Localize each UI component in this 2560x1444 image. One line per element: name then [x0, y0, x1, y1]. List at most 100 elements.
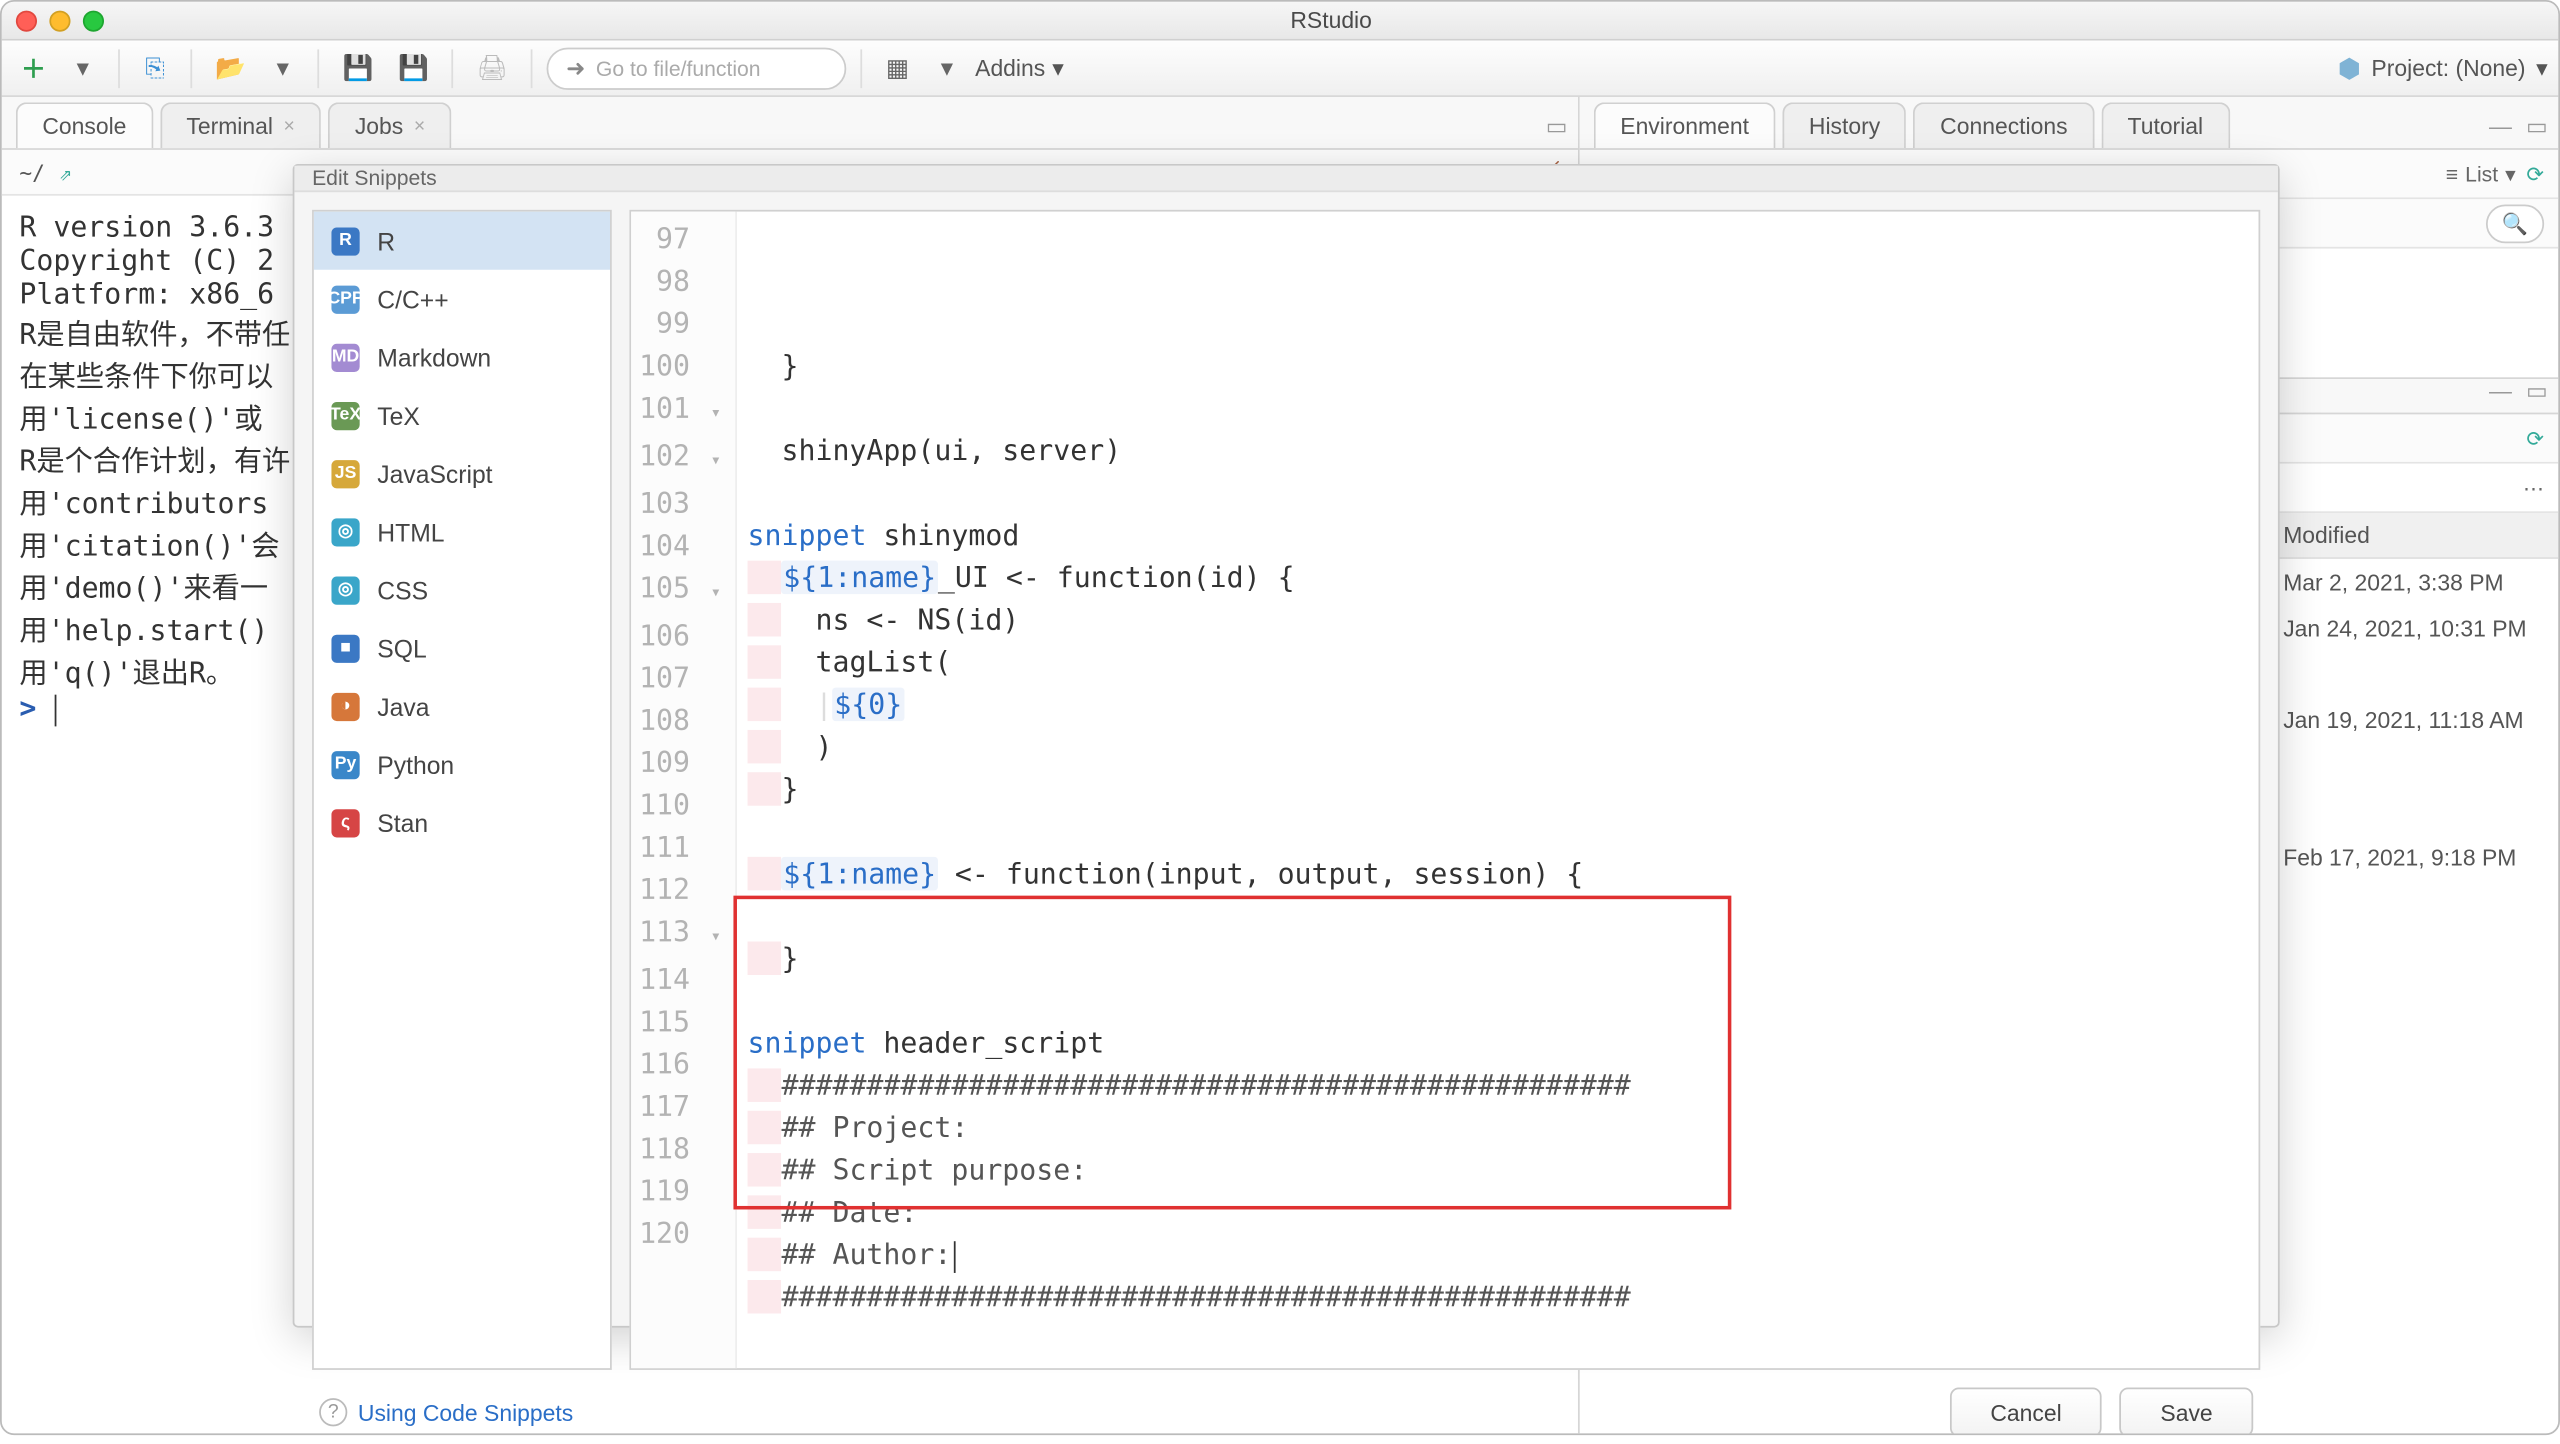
tab-environment[interactable]: Environment	[1594, 102, 1776, 148]
snippet-lang-item[interactable]: CPP C/C++	[314, 270, 610, 328]
env-list-dropdown[interactable]: ≡ List ▾	[2446, 161, 2516, 186]
open-file-button[interactable]: 📂	[206, 47, 254, 89]
save-button[interactable]: Save	[2120, 1388, 2253, 1436]
lang-icon: ◎	[331, 576, 359, 604]
snippet-lang-item[interactable]: Py Python	[314, 735, 610, 793]
new-file-menu[interactable]: ▾	[62, 47, 104, 89]
search-input[interactable]: 🔍	[2486, 204, 2544, 243]
snippet-lang-item[interactable]: ◑ Java	[314, 677, 610, 735]
right-top-tabs: Environment History Connections Tutorial…	[1580, 97, 2559, 150]
lang-label: CSS	[377, 576, 428, 604]
new-project-button[interactable]: ⎘	[134, 47, 176, 89]
modal-footer: ? Using Code Snippets Cancel Save	[294, 1388, 2277, 1436]
save-button[interactable]: 💾	[334, 47, 382, 89]
pane-window-icon[interactable]: ▭	[1546, 113, 1568, 141]
project-label: Project: (None)	[2371, 55, 2525, 81]
lang-label: SQL	[377, 634, 426, 662]
lang-icon: CPP	[331, 285, 359, 313]
grid-view-menu[interactable]: ▾	[926, 47, 968, 89]
lang-icon: JS	[331, 459, 359, 487]
snippet-lang-item[interactable]: RR	[314, 212, 610, 270]
tab-connections[interactable]: Connections	[1914, 102, 2094, 148]
col-modified[interactable]: Modified	[2283, 522, 2547, 548]
tab-history[interactable]: History	[1782, 102, 1906, 148]
cancel-button[interactable]: Cancel	[1950, 1388, 2102, 1436]
grid-view-button[interactable]: ▦	[876, 47, 918, 89]
goto-file-input[interactable]: ➜ Go to file/function	[547, 47, 847, 89]
edit-snippets-modal: Edit Snippets RRCPPC/C++MDMarkdownTeXTeX…	[293, 164, 2280, 1328]
snippet-lang-item[interactable]: ς Stan	[314, 793, 610, 851]
snippet-lang-item[interactable]: MD Markdown	[314, 328, 610, 386]
pane-min-icon[interactable]: —	[2489, 377, 2512, 405]
lang-label: R	[377, 227, 395, 255]
lang-label: HTML	[377, 517, 444, 545]
addins-label: Addins	[975, 55, 1045, 81]
lang-icon: TeX	[331, 401, 359, 429]
refresh-icon[interactable]: ⟳	[2526, 161, 2544, 186]
tab-jobs[interactable]: Jobs×	[328, 102, 451, 148]
print-button[interactable]: 🖨	[468, 47, 517, 89]
goto-placeholder: Go to file/function	[596, 56, 761, 81]
snippet-lang-item[interactable]: ◎ CSS	[314, 561, 610, 619]
snippet-lang-item[interactable]: TeX TeX	[314, 386, 610, 444]
lang-label: Markdown	[377, 343, 491, 371]
lang-label: C/C++	[377, 285, 448, 313]
toolbar-divider	[452, 48, 454, 87]
toolbar-divider	[318, 48, 320, 87]
file-date: Jan 24, 2021, 10:31 PM	[2283, 614, 2547, 640]
lang-label: JavaScript	[377, 459, 492, 487]
close-tab-icon[interactable]: ×	[414, 115, 425, 136]
pane-min-icon[interactable]: —	[2489, 113, 2512, 141]
file-date: Mar 2, 2021, 3:38 PM	[2283, 569, 2547, 595]
lang-label: Stan	[377, 808, 428, 836]
help-link[interactable]: ? Using Code Snippets	[319, 1398, 573, 1426]
lang-icon: MD	[331, 343, 359, 371]
project-cube-icon: ⬢	[2338, 52, 2361, 84]
toolbar-divider	[531, 48, 533, 87]
snippet-lang-item[interactable]: ■ SQL	[314, 619, 610, 677]
console-path: ~/	[19, 160, 44, 185]
lang-icon: Py	[331, 750, 359, 778]
snippet-editor[interactable]: 97 98 99 100 101 ▾102 ▾103 104 105 ▾106 …	[629, 210, 2260, 1370]
close-window-icon[interactable]	[16, 10, 37, 31]
open-file-menu[interactable]: ▾	[262, 47, 304, 89]
tab-tutorial[interactable]: Tutorial	[2101, 102, 2229, 148]
toolbar-divider	[190, 48, 192, 87]
modal-title: Edit Snippets	[294, 166, 2277, 192]
pane-max-icon[interactable]: ▭	[2526, 113, 2548, 141]
lang-label: TeX	[377, 401, 420, 429]
tab-terminal[interactable]: Terminal×	[160, 102, 321, 148]
snippet-language-list: RR CPP C/C++ MD Markdown TeX TeX JS JavaScript ◎ H…	[312, 210, 612, 1370]
console-go-icon[interactable]: ⇗	[59, 160, 72, 185]
code-area[interactable]: } shinyApp(ui, server) snippet shinymod …	[737, 212, 2259, 1369]
left-tabs: Console Terminal× Jobs× ▭	[2, 97, 1578, 150]
mac-titlebar: RStudio	[2, 2, 2558, 41]
lang-icon: ◎	[331, 517, 359, 545]
search-icon: 🔍	[2502, 211, 2528, 236]
help-icon: ?	[319, 1398, 347, 1426]
snippet-lang-item[interactable]: ◎ HTML	[314, 502, 610, 560]
save-all-button[interactable]: 💾	[389, 47, 437, 89]
lang-label: Java	[377, 692, 429, 720]
refresh-icon[interactable]: ⟳	[2526, 426, 2544, 451]
lang-icon: ◑	[331, 692, 359, 720]
lang-icon: R	[331, 227, 359, 255]
addins-menu[interactable]: Addins▾	[975, 54, 1064, 82]
close-tab-icon[interactable]: ×	[284, 115, 295, 136]
goto-arrow-icon: ➜	[566, 54, 585, 82]
pane-max-icon[interactable]: ▭	[2526, 377, 2548, 405]
toolbar-divider	[861, 48, 863, 87]
lang-label: Python	[377, 750, 454, 778]
new-file-button[interactable]: ＋	[12, 47, 54, 89]
lang-icon: ■	[331, 634, 359, 662]
line-gutter: 97 98 99 100 101 ▾102 ▾103 104 105 ▾106 …	[631, 212, 737, 1369]
zoom-window-icon[interactable]	[83, 10, 104, 31]
project-menu[interactable]: ⬢ Project: (None) ▾	[2338, 52, 2548, 84]
window-title: RStudio	[118, 7, 2544, 33]
main-toolbar: ＋ ▾ ⎘ 📂 ▾ 💾 💾 🖨 ➜ Go to file/function ▦ …	[2, 41, 2558, 97]
more-menu[interactable]: ⋯	[2523, 475, 2544, 500]
snippet-lang-item[interactable]: JS JavaScript	[314, 444, 610, 502]
minimize-window-icon[interactable]	[49, 10, 70, 31]
lang-icon: ς	[331, 808, 359, 836]
tab-console[interactable]: Console	[16, 102, 153, 148]
